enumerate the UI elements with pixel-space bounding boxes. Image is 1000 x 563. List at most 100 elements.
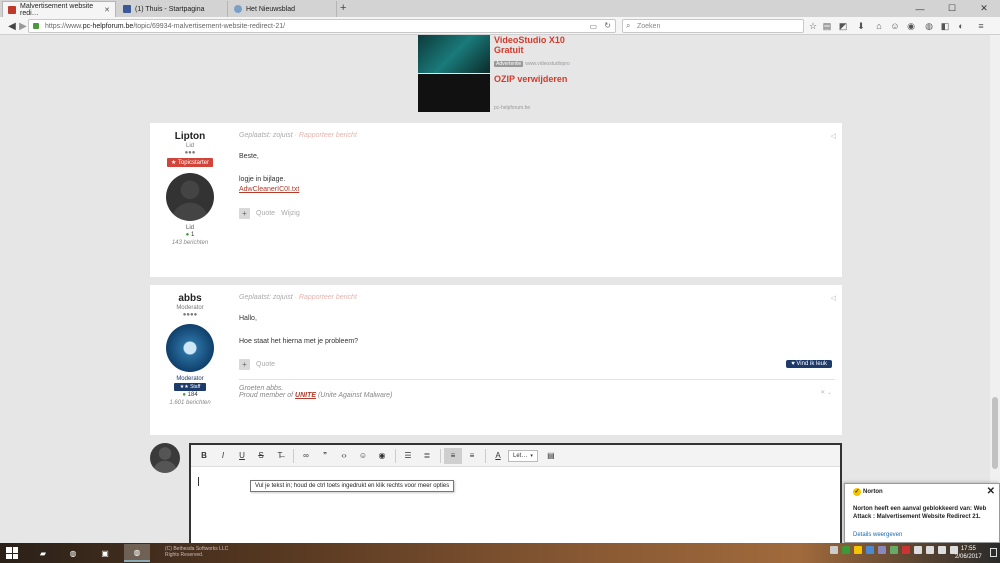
tray-app-icon[interactable] <box>842 546 850 554</box>
bluetooth-icon[interactable] <box>866 546 874 554</box>
author-panel: abbs Moderator ●●●● Moderator ★★ Staff ●… <box>150 285 230 406</box>
font-color-icon[interactable]: A <box>489 448 507 464</box>
quote-button[interactable]: Quote <box>256 361 275 368</box>
volume-icon[interactable] <box>938 546 946 554</box>
firefox-taskbar-icon[interactable]: ◍ <box>60 544 86 562</box>
ad-image-videostudio[interactable] <box>418 35 490 73</box>
minimize-button[interactable]: — <box>904 0 936 17</box>
tab-malvertisement[interactable]: Malvertisement website redi… ✕ <box>2 1 116 17</box>
tray-app-icon[interactable] <box>854 546 862 554</box>
strikethrough-button[interactable]: S <box>252 448 270 464</box>
ad-source: Advertentie www.videostudiopro <box>494 61 570 67</box>
clock-time: 17:55 <box>960 546 976 552</box>
link-button[interactable]: ∞ <box>297 448 315 464</box>
file-explorer-icon[interactable]: ▰ <box>30 544 56 562</box>
author-name[interactable]: Lipton <box>150 131 230 142</box>
library-icon[interactable]: ▤ <box>822 21 832 31</box>
reputation: ● 184 <box>150 392 230 398</box>
share-icon[interactable]: ◁ <box>831 294 836 302</box>
tray-app-icon[interactable] <box>890 546 898 554</box>
align-left-icon[interactable]: ≡ <box>444 447 462 464</box>
tab-facebook[interactable]: (1) Thuis - Startpagina <box>118 1 228 17</box>
notifications-icon[interactable] <box>990 548 997 557</box>
lock-icon <box>33 23 39 29</box>
chat-icon[interactable]: ☺ <box>890 21 900 31</box>
italic-button[interactable]: I <box>214 448 232 464</box>
ad-title[interactable]: OZIP verwijderen <box>494 74 567 84</box>
unite-link[interactable]: UNITE <box>295 392 316 399</box>
clear-format-button[interactable]: T̶ <box>271 448 289 464</box>
avatar[interactable] <box>166 173 214 221</box>
tray-app-icon[interactable] <box>878 546 886 554</box>
bookmarks-icon[interactable]: ◧ <box>940 21 950 31</box>
pocket-icon[interactable]: ◩ <box>838 21 848 31</box>
firefox-active-taskbar-icon[interactable]: ◍ <box>124 544 150 562</box>
quote-button[interactable]: Quote <box>256 210 275 217</box>
reputation-value: 1 <box>190 232 195 238</box>
globe-favicon-icon <box>234 5 242 13</box>
underline-button[interactable]: U <box>233 448 251 464</box>
multiquote-plus-icon[interactable]: + <box>239 208 250 219</box>
tray-chevron-icon[interactable] <box>830 546 838 554</box>
home-icon[interactable]: ⌂ <box>874 21 884 31</box>
system-tray <box>830 546 958 554</box>
scrollbar-thumb[interactable] <box>992 397 998 469</box>
chevron-down-icon: ▾ <box>530 452 533 459</box>
report-link[interactable]: · Rapporteer bericht <box>293 132 357 139</box>
search-input[interactable]: ⌕ Zoeken <box>622 19 804 33</box>
taskbar-clock[interactable]: 17:55 2/06/2017 <box>955 545 982 561</box>
avatar[interactable] <box>166 324 214 372</box>
ad-image-ozip[interactable] <box>418 74 490 112</box>
app-taskbar-icon[interactable]: ▣ <box>92 544 118 562</box>
ad-title[interactable]: VideoStudio X10 Gratuit <box>494 35 584 55</box>
battery-icon[interactable] <box>914 546 922 554</box>
github-icon[interactable]: ◍ <box>924 21 934 31</box>
spoiler-eye-icon[interactable]: ◉ <box>373 448 391 464</box>
font-select[interactable]: Let… ▾ <box>508 449 538 462</box>
emoticon-icon[interactable]: ☺ <box>354 448 372 464</box>
close-icon[interactable]: ✕ <box>987 486 995 497</box>
reader-view-icon[interactable]: ▭ <box>589 22 597 31</box>
author-name[interactable]: abbs <box>150 293 230 304</box>
edit-button[interactable]: Wijzig <box>281 210 300 217</box>
bold-button[interactable]: B <box>195 448 213 464</box>
align-center-icon[interactable]: ≡ <box>463 448 481 464</box>
tab-nieuwsblad[interactable]: Het Nieuwsblad <box>229 1 337 17</box>
bookmark-star-icon[interactable]: ☆ <box>808 21 818 31</box>
norton-brand: Norton <box>863 489 883 495</box>
vertical-scrollbar[interactable] <box>990 35 1000 545</box>
extension-icon[interactable]: ◐ <box>956 21 966 31</box>
toolbar-divider <box>293 448 294 463</box>
code-button[interactable]: ‹› <box>335 448 353 464</box>
numbered-list-icon[interactable]: ≣ <box>418 448 436 464</box>
windows-start-icon[interactable] <box>6 547 18 559</box>
reply-avatar <box>150 443 180 473</box>
attachment-link[interactable]: AdwCleanerIC0I.txt <box>239 186 299 193</box>
url-domain: pc-helpforum.be <box>82 22 134 30</box>
report-link[interactable]: · Rapporteer bericht <box>293 294 357 301</box>
reply-editor[interactable]: B I U S T̶ ∞ ” ‹› ☺ ◉ ☰ ≣ ≡ ≡ A Let… ▾ ▤ <box>189 443 842 545</box>
quote-icon[interactable]: ” <box>316 448 334 464</box>
maximize-button[interactable]: ☐ <box>936 0 968 17</box>
share-icon[interactable]: ◁ <box>831 132 836 140</box>
download-icon[interactable]: ⬇ <box>856 21 866 31</box>
search-icon: ⌕ <box>626 21 631 30</box>
addon-icon[interactable]: ◉ <box>906 21 916 31</box>
address-bar[interactable]: https://www. pc-helpforum.be/topic/69934-… <box>28 19 616 33</box>
toolbar-divider <box>440 448 441 463</box>
tray-app-icon[interactable] <box>902 546 910 554</box>
source-document-icon[interactable]: ▤ <box>542 448 560 464</box>
close-window-button[interactable]: ✕ <box>968 0 1000 17</box>
like-button[interactable]: ♥ Vind ik leuk <box>786 360 832 368</box>
post-meta: Geplaatst: zojuist · Rapporteer bericht <box>239 132 357 139</box>
bullet-list-icon[interactable]: ☰ <box>399 448 417 464</box>
network-icon[interactable] <box>926 546 934 554</box>
details-link[interactable]: Details weergeven <box>853 532 902 538</box>
multiquote-plus-icon[interactable]: + <box>239 359 250 370</box>
reload-icon[interactable]: ↻ <box>604 21 611 30</box>
close-tab-icon[interactable]: ✕ <box>104 6 110 14</box>
signature-toggle-icon[interactable]: ✕ ⌄ <box>820 389 832 396</box>
new-tab-button[interactable]: + <box>340 2 346 14</box>
ad-source-text: www.videostudiopro <box>525 61 570 67</box>
menu-icon[interactable]: ≡ <box>976 21 986 31</box>
